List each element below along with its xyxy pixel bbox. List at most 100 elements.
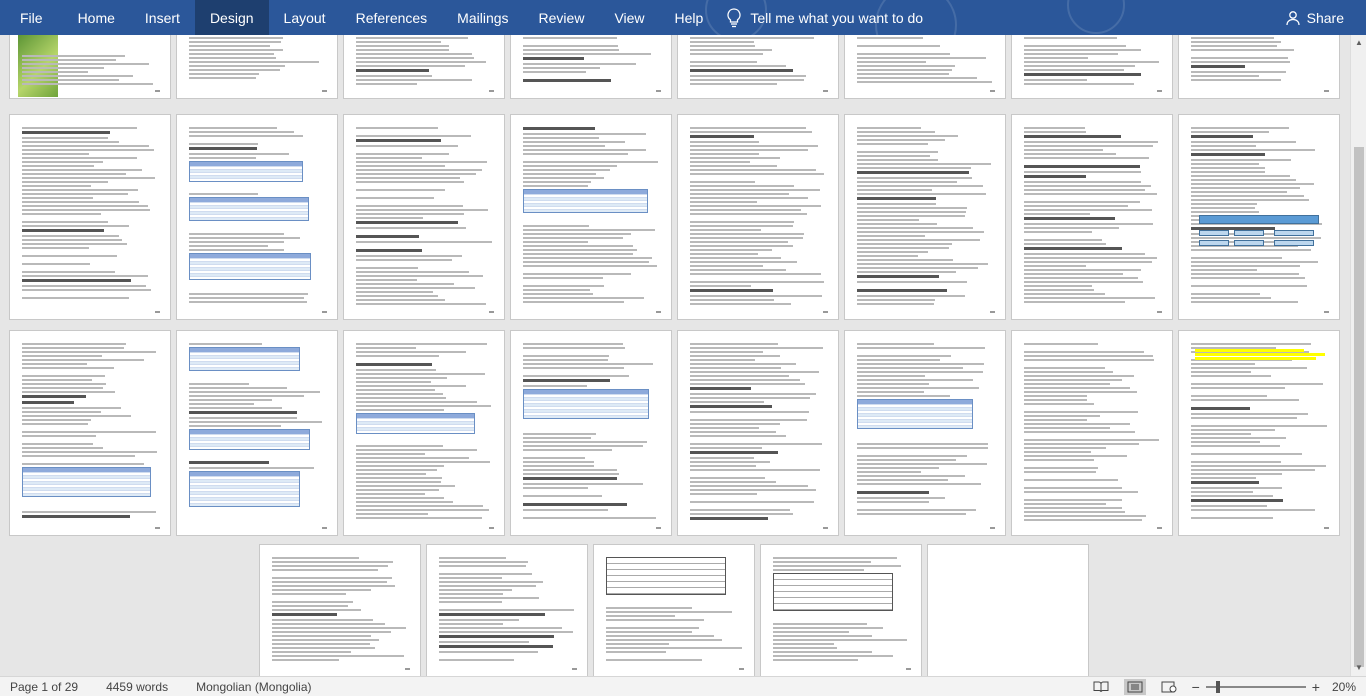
page-thumbnail[interactable] [761,545,921,676]
tab-mailings[interactable]: Mailings [442,0,523,35]
page-text-line [22,419,91,421]
document-canvas[interactable] [0,35,1350,676]
page-text-line [439,641,530,643]
language-indicator[interactable]: Mongolian (Mongolia) [196,680,311,694]
page-thumbnail[interactable] [845,35,1005,98]
page-text-line [22,363,88,365]
page-thumbnail[interactable] [594,545,754,676]
scroll-thumb[interactable] [1354,147,1364,667]
page-thumbnail[interactable] [678,115,838,319]
zoom-slider-knob[interactable] [1215,681,1220,693]
page-count[interactable]: Page 1 of 29 [10,680,78,694]
page-text-line [272,565,389,567]
page-thumbnail[interactable] [10,115,170,319]
share-button[interactable]: Share [1285,0,1344,35]
tab-review[interactable]: Review [524,0,600,35]
page-thumbnail[interactable] [1012,35,1172,98]
page-thumbnail[interactable] [678,331,838,535]
page-text-line [690,141,760,143]
page-thumbnail[interactable] [511,331,671,535]
page-thumbnail[interactable] [344,115,504,319]
page-text-line [22,451,158,453]
page-thumbnail[interactable] [1012,331,1172,535]
page-text-line [523,133,646,135]
page-text-line [1024,79,1087,81]
zoom-out-button[interactable]: − [1192,679,1200,695]
page-thumbnail[interactable] [1012,115,1172,319]
tab-references[interactable]: References [341,0,443,35]
page-thumbnail[interactable] [678,35,838,98]
vertical-scrollbar[interactable]: ▲ ▼ [1350,35,1366,676]
page-text-line [22,59,116,61]
page-text-line [439,593,503,595]
page-text-line [22,243,127,245]
zoom-slider[interactable] [1205,681,1306,693]
page-thumbnail[interactable] [511,115,671,319]
page-number-mark [572,668,577,670]
page-thumbnail[interactable] [845,331,1005,535]
page-heading-line [22,401,75,404]
scroll-down-icon[interactable]: ▼ [1354,663,1364,673]
tab-insert[interactable]: Insert [130,0,195,35]
page-thumbnail[interactable] [1179,115,1339,319]
page-text-line [690,431,777,433]
tab-design[interactable]: Design [194,0,269,35]
page-text-line [1024,261,1153,263]
print-layout-button[interactable] [1123,679,1146,695]
tab-layout[interactable]: Layout [269,0,341,35]
page-text-line [690,469,820,471]
page-thumbnail[interactable] [10,35,170,98]
page-text-line [1024,383,1111,385]
page-text-line [189,301,307,303]
page-text-line [1024,503,1107,505]
page-text-line [1191,199,1310,201]
page-thumbnail[interactable] [260,545,420,676]
page-thumbnail[interactable] [177,331,337,535]
page-number-mark [823,311,828,313]
scroll-up-icon[interactable]: ▲ [1354,38,1364,48]
page-text-line [356,61,487,63]
page-text-line [1191,383,1323,385]
page-text-line [773,631,850,633]
page-thumbnail[interactable] [1179,35,1339,98]
page-thumbnail[interactable] [344,331,504,535]
tab-home[interactable]: Home [63,0,130,35]
tab-help[interactable]: Help [660,0,719,35]
page-text-line [1024,205,1129,207]
page-thumbnail[interactable] [177,115,337,319]
page-text-line [1191,191,1287,193]
page-text-line [356,255,463,257]
page-text-line [1191,417,1298,419]
page-table [189,347,300,371]
page-text-line [857,281,968,283]
page-text-line [189,157,256,159]
page-thumbnail[interactable] [845,115,1005,319]
page-text-line [523,241,589,243]
page-text-line [1024,141,1159,143]
page-text-line [272,647,376,649]
page-thumbnail[interactable] [1179,331,1339,535]
page-text-line [857,151,938,153]
read-mode-button[interactable] [1090,679,1112,695]
page-thumbnail[interactable] [10,331,170,535]
page-thumbnail[interactable] [427,545,587,676]
page-text-line [189,399,272,401]
page-thumbnail[interactable] [344,35,504,98]
page-table [189,429,311,450]
page-thumbnail[interactable] [928,545,1088,676]
web-layout-button[interactable] [1158,679,1180,695]
page-text-line [606,611,733,613]
page-text-line [690,485,809,487]
tell-me-box[interactable]: Tell me what you want to do [726,7,923,28]
zoom-level[interactable]: 20% [1332,680,1356,694]
page-thumbnail[interactable] [177,35,337,98]
tab-view[interactable]: View [599,0,659,35]
page-thumbnail[interactable] [511,35,671,98]
zoom-in-button[interactable]: + [1312,679,1320,695]
word-count[interactable]: 4459 words [106,680,168,694]
page-number-mark [489,527,494,529]
tab-file[interactable]: File [0,0,63,35]
page-text-line [356,177,460,179]
page-text-line [356,189,445,191]
page-text-line [356,227,466,229]
